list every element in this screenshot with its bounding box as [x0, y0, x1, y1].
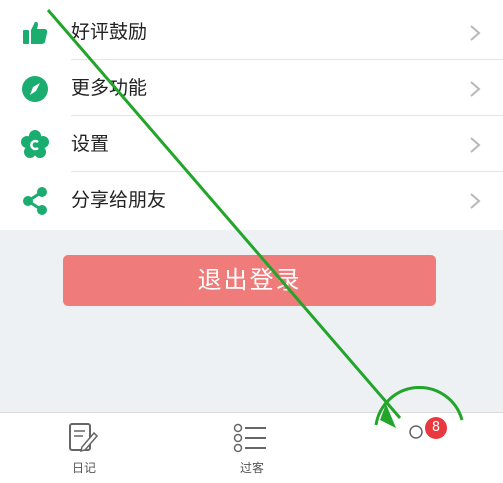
chevron-right-icon — [470, 25, 481, 41]
menu-item-more-features[interactable]: 更多功能 — [0, 60, 503, 116]
share-icon — [23, 187, 47, 215]
list-icon — [233, 423, 266, 453]
diary-icon — [69, 423, 99, 453]
chevron-right-icon — [470, 193, 481, 209]
menu-item-settings[interactable]: 设置 — [0, 116, 503, 172]
menu-item-share[interactable]: 分享给朋友 — [0, 172, 503, 228]
menu-item-label: 更多功能 — [71, 77, 148, 99]
chevron-right-icon — [470, 81, 481, 97]
menu-item-label: 分享给朋友 — [71, 189, 167, 211]
tab-profile[interactable] — [336, 413, 503, 483]
chevron-right-icon — [470, 137, 481, 153]
menu-item-label: 好评鼓励 — [71, 21, 148, 43]
tab-passersby[interactable]: 过客 — [168, 413, 336, 483]
notification-badge: 8 — [425, 417, 447, 439]
compass-icon — [22, 76, 48, 102]
tab-diary[interactable]: 日记 — [0, 413, 168, 483]
menu-list: 好评鼓励 更多功能 设置 分享给朋友 — [0, 0, 503, 230]
logout-button[interactable]: 退出登录 — [63, 255, 436, 306]
gear-icon — [21, 130, 49, 158]
tab-label: 过客 — [239, 461, 264, 475]
menu-item-label: 设置 — [71, 133, 110, 155]
thumbs-up-icon — [23, 21, 48, 44]
tab-label: 日记 — [71, 461, 96, 475]
menu-item-rate[interactable]: 好评鼓励 — [0, 4, 503, 60]
